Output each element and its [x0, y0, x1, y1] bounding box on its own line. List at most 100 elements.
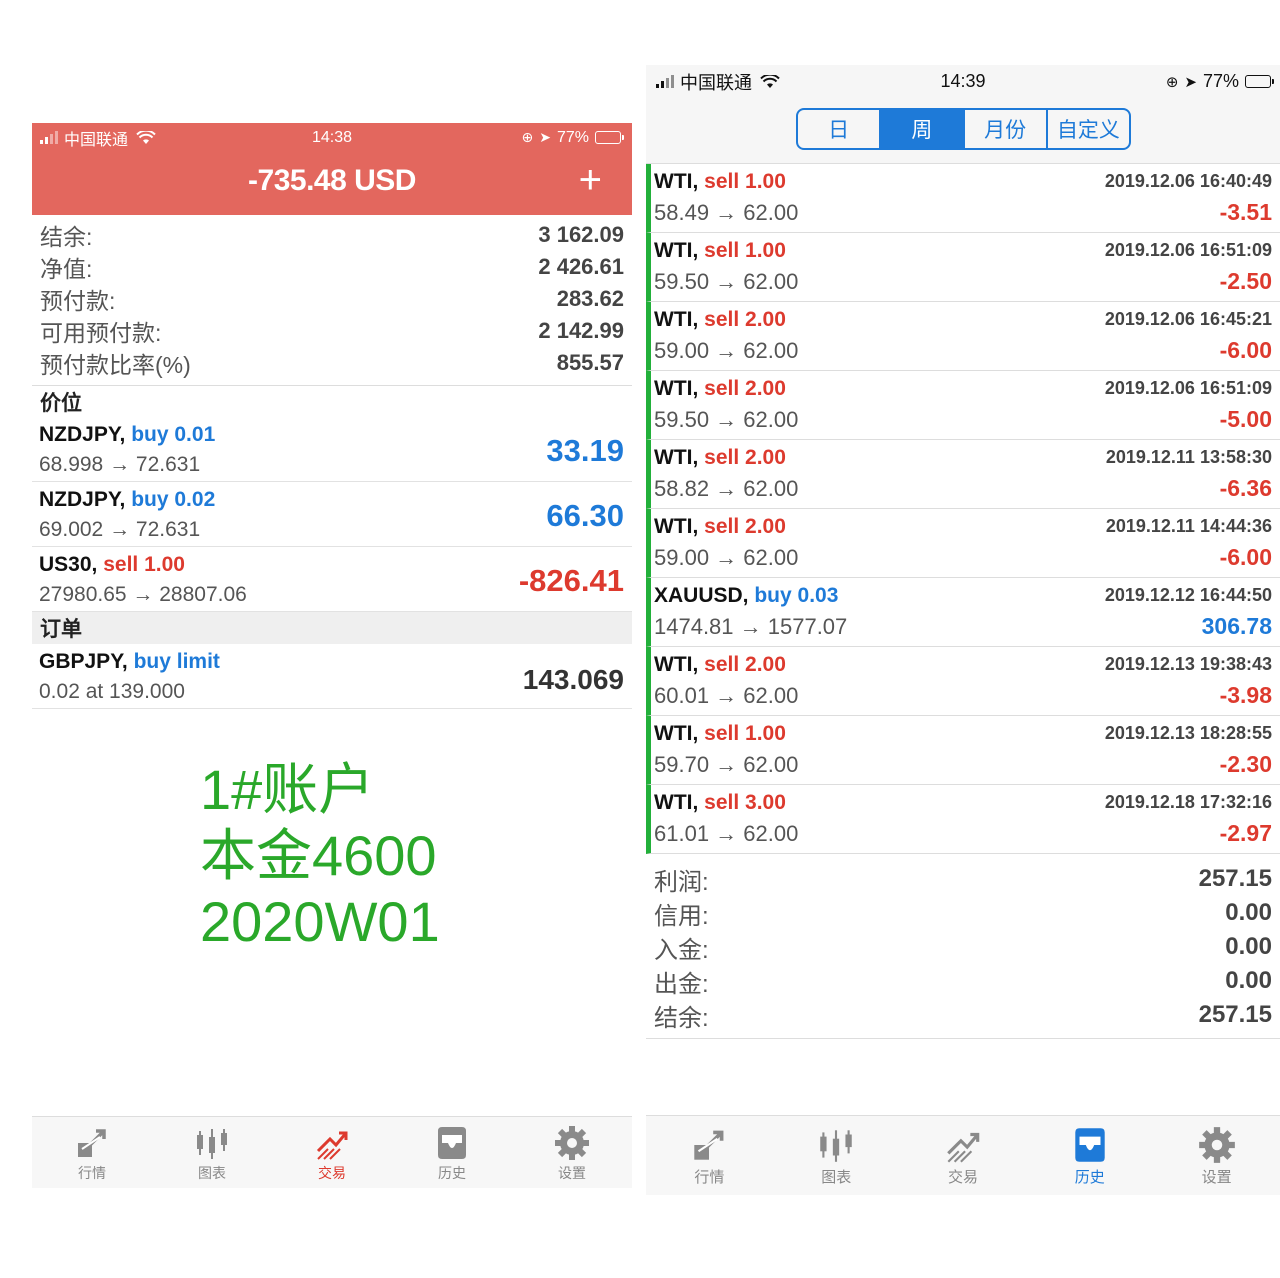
- tab-chart[interactable]: 图表: [152, 1117, 272, 1188]
- deal-title: WTI, sell 1.00: [654, 170, 786, 194]
- summary-label: 结余:: [40, 224, 93, 250]
- position-profit: -826.41: [518, 563, 624, 598]
- tab-history[interactable]: 历史: [392, 1117, 512, 1188]
- deal-row[interactable]: WTI, sell 2.00 59.00 → 62.00 2019.12.11 …: [646, 509, 1280, 578]
- deal-time: 2019.12.06 16:45:21: [1104, 309, 1272, 329]
- tab-settings[interactable]: 设置: [1153, 1116, 1280, 1195]
- position-title: NZDJPY, buy 0.02: [39, 488, 215, 512]
- tab-label: 历史: [1074, 1169, 1105, 1186]
- deal-time: 2019.12.18 17:32:16: [1104, 792, 1272, 812]
- new-order-button[interactable]: +: [579, 158, 602, 202]
- tab-quotes[interactable]: 行情: [646, 1116, 773, 1195]
- deal-profit: -6.00: [1219, 337, 1272, 363]
- deal-profit: -3.51: [1219, 199, 1272, 225]
- tab-history[interactable]: 历史: [1026, 1116, 1153, 1195]
- deal-row[interactable]: WTI, sell 2.00 59.00 → 62.00 2019.12.06 …: [646, 302, 1280, 371]
- wifi-icon: [760, 74, 780, 88]
- segment-month[interactable]: 月份: [965, 110, 1048, 148]
- quotes-icon: [78, 1128, 106, 1157]
- deal-side: sell 1.00: [704, 170, 786, 193]
- quotes-icon: [694, 1130, 724, 1160]
- deal-row[interactable]: WTI, sell 2.00 58.82 → 62.00 2019.12.11 …: [646, 440, 1280, 509]
- deal-side: sell 1.00: [704, 239, 786, 262]
- period-selector-bar: 日 周 月份 自定义: [646, 98, 1280, 164]
- totals-label: 信用:: [654, 902, 709, 930]
- summary-label: 预付款:: [40, 288, 116, 314]
- signal-icon: [40, 131, 58, 144]
- trade-icon: [947, 1132, 980, 1163]
- deal-row[interactable]: XAUUSD, buy 0.03 1474.81 → 1577.07 2019.…: [646, 578, 1280, 647]
- chart-icon: [197, 1128, 227, 1159]
- wifi-icon: [136, 130, 156, 144]
- position-row[interactable]: NZDJPY, buy 0.02 69.002 → 72.631 66.30: [32, 482, 632, 547]
- tab-settings[interactable]: 设置: [512, 1117, 632, 1188]
- summary-value: 3 162.09: [538, 222, 624, 247]
- account-header: -735.48 USD +: [32, 152, 632, 215]
- segment-week[interactable]: 周: [881, 110, 965, 148]
- deal-side: sell 1.00: [704, 722, 786, 745]
- deal-prices: 61.01 → 62.00: [654, 821, 799, 846]
- deal-symbol: WTI,: [654, 515, 699, 538]
- deal-row[interactable]: WTI, sell 2.00 60.01 → 62.00 2019.12.13 …: [646, 647, 1280, 716]
- deal-prices: 59.70 → 62.00: [654, 752, 799, 777]
- deal-time: 2019.12.13 19:38:43: [1104, 654, 1272, 674]
- tab-label: 行情: [694, 1169, 725, 1186]
- position-prices: 27980.65 → 28807.06: [39, 583, 247, 606]
- deal-row[interactable]: WTI, sell 1.00 59.70 → 62.00 2019.12.13 …: [646, 716, 1280, 785]
- deal-time: 2019.12.12 16:44:50: [1104, 585, 1272, 605]
- history-icon: [1075, 1128, 1105, 1162]
- deal-title: WTI, sell 2.00: [654, 515, 786, 539]
- tab-label: 图表: [198, 1164, 226, 1181]
- signal-icon: [656, 75, 674, 88]
- bottom-tab-bar: 行情 图表 交易 历史 设置: [646, 1115, 1280, 1195]
- deal-side: sell 3.00: [704, 791, 786, 814]
- deal-profit: -2.30: [1219, 751, 1272, 777]
- settings-icon: [1198, 1127, 1235, 1163]
- deal-title: XAUUSD, buy 0.03: [654, 584, 838, 608]
- deal-row[interactable]: WTI, sell 2.00 59.50 → 62.00 2019.12.06 …: [646, 371, 1280, 440]
- tab-label: 交易: [318, 1164, 346, 1181]
- order-details: 0.02 at 139.000: [39, 680, 185, 703]
- summary-label: 预付款比率(%): [40, 352, 191, 378]
- tab-trade[interactable]: 交易: [272, 1117, 392, 1188]
- deal-symbol: WTI,: [654, 722, 699, 745]
- deal-row[interactable]: WTI, sell 1.00 59.50 → 62.00 2019.12.06 …: [646, 233, 1280, 302]
- deal-profit: -3.98: [1219, 682, 1272, 708]
- segment-custom[interactable]: 自定义: [1048, 110, 1129, 148]
- position-profit: 66.30: [546, 498, 624, 533]
- totals-row: 结余: 257.15: [654, 998, 1272, 1032]
- position-row[interactable]: NZDJPY, buy 0.01 68.998 → 72.631 33.19: [32, 417, 632, 482]
- deal-symbol: XAUUSD,: [654, 584, 749, 607]
- deal-profit: -2.97: [1219, 820, 1272, 846]
- tab-label: 历史: [438, 1164, 466, 1181]
- orders-section-title: 订单: [32, 612, 632, 644]
- position-side: sell 1.00: [103, 553, 185, 576]
- deal-row[interactable]: WTI, sell 3.00 61.01 → 62.00 2019.12.18 …: [646, 785, 1280, 854]
- position-title: NZDJPY, buy 0.01: [39, 423, 215, 447]
- deal-profit: -6.36: [1219, 475, 1272, 501]
- deal-symbol: WTI,: [654, 791, 699, 814]
- position-row[interactable]: US30, sell 1.00 27980.65 → 28807.06 -826…: [32, 547, 632, 612]
- summary-value: 2 142.99: [538, 318, 624, 343]
- account-summary: 结余: 3 162.09 净值: 2 426.61 预付款: 283.62 可用预付款…: [32, 215, 632, 379]
- lock-rotation-icon: ⊕: [521, 129, 534, 145]
- settings-icon: [555, 1125, 589, 1160]
- history-icon: [438, 1126, 466, 1159]
- deal-row[interactable]: WTI, sell 1.00 58.49 → 62.00 2019.12.06 …: [646, 164, 1280, 233]
- order-row[interactable]: GBPJPY, buy limit 0.02 at 139.000 143.06…: [32, 644, 632, 709]
- position-profit: 33.19: [546, 433, 624, 468]
- tab-quotes[interactable]: 行情: [32, 1117, 152, 1188]
- trade-icon: [316, 1131, 348, 1160]
- summary-label: 净值:: [40, 256, 93, 282]
- tab-chart[interactable]: 图表: [773, 1116, 900, 1195]
- segment-day[interactable]: 日: [798, 110, 882, 148]
- summary-row: 净值: 2 426.61: [40, 251, 624, 283]
- order-symbol: GBPJPY,: [39, 650, 128, 673]
- tab-trade[interactable]: 交易: [900, 1116, 1027, 1195]
- position-title: US30, sell 1.00: [39, 553, 185, 577]
- summary-row: 预付款: 283.62: [40, 283, 624, 315]
- totals-label: 利润:: [654, 868, 709, 896]
- deal-symbol: WTI,: [654, 653, 699, 676]
- deal-prices: 59.50 → 62.00: [654, 269, 799, 294]
- battery-percent: 77%: [556, 128, 589, 146]
